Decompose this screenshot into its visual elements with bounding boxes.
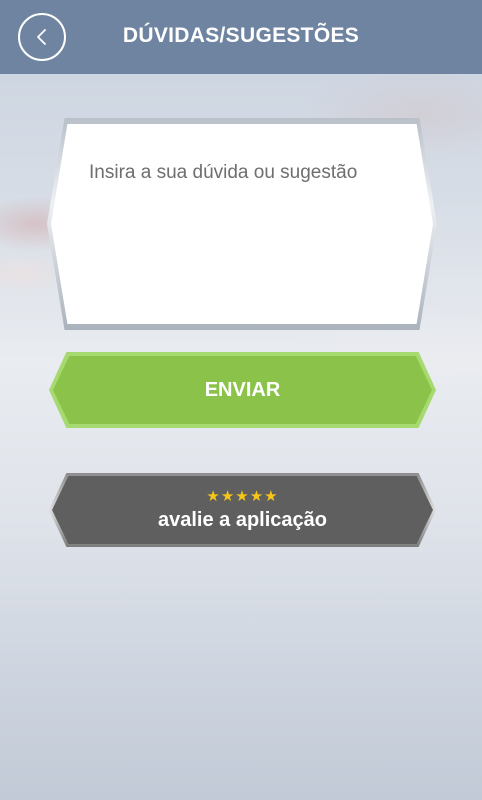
star-rating-icon: ★★★★★ [206, 487, 279, 505]
rate-app-label: avalie a aplicação [157, 508, 327, 531]
app-header: DÚVIDAS/SUGESTÕES [0, 0, 482, 74]
send-button[interactable]: ENVIAR [49, 352, 436, 428]
page-title: DÚVIDAS/SUGESTÕES [122, 24, 360, 47]
rate-app-button[interactable]: ★★★★★ avalie a aplicação [49, 473, 436, 547]
rate-app-button-body: ★★★★★ avalie a aplicação [52, 476, 433, 544]
message-input[interactable] [87, 160, 411, 314]
send-button-label: ENVIAR [53, 356, 432, 424]
message-field-container [51, 124, 433, 324]
message-field-frame [47, 118, 437, 330]
